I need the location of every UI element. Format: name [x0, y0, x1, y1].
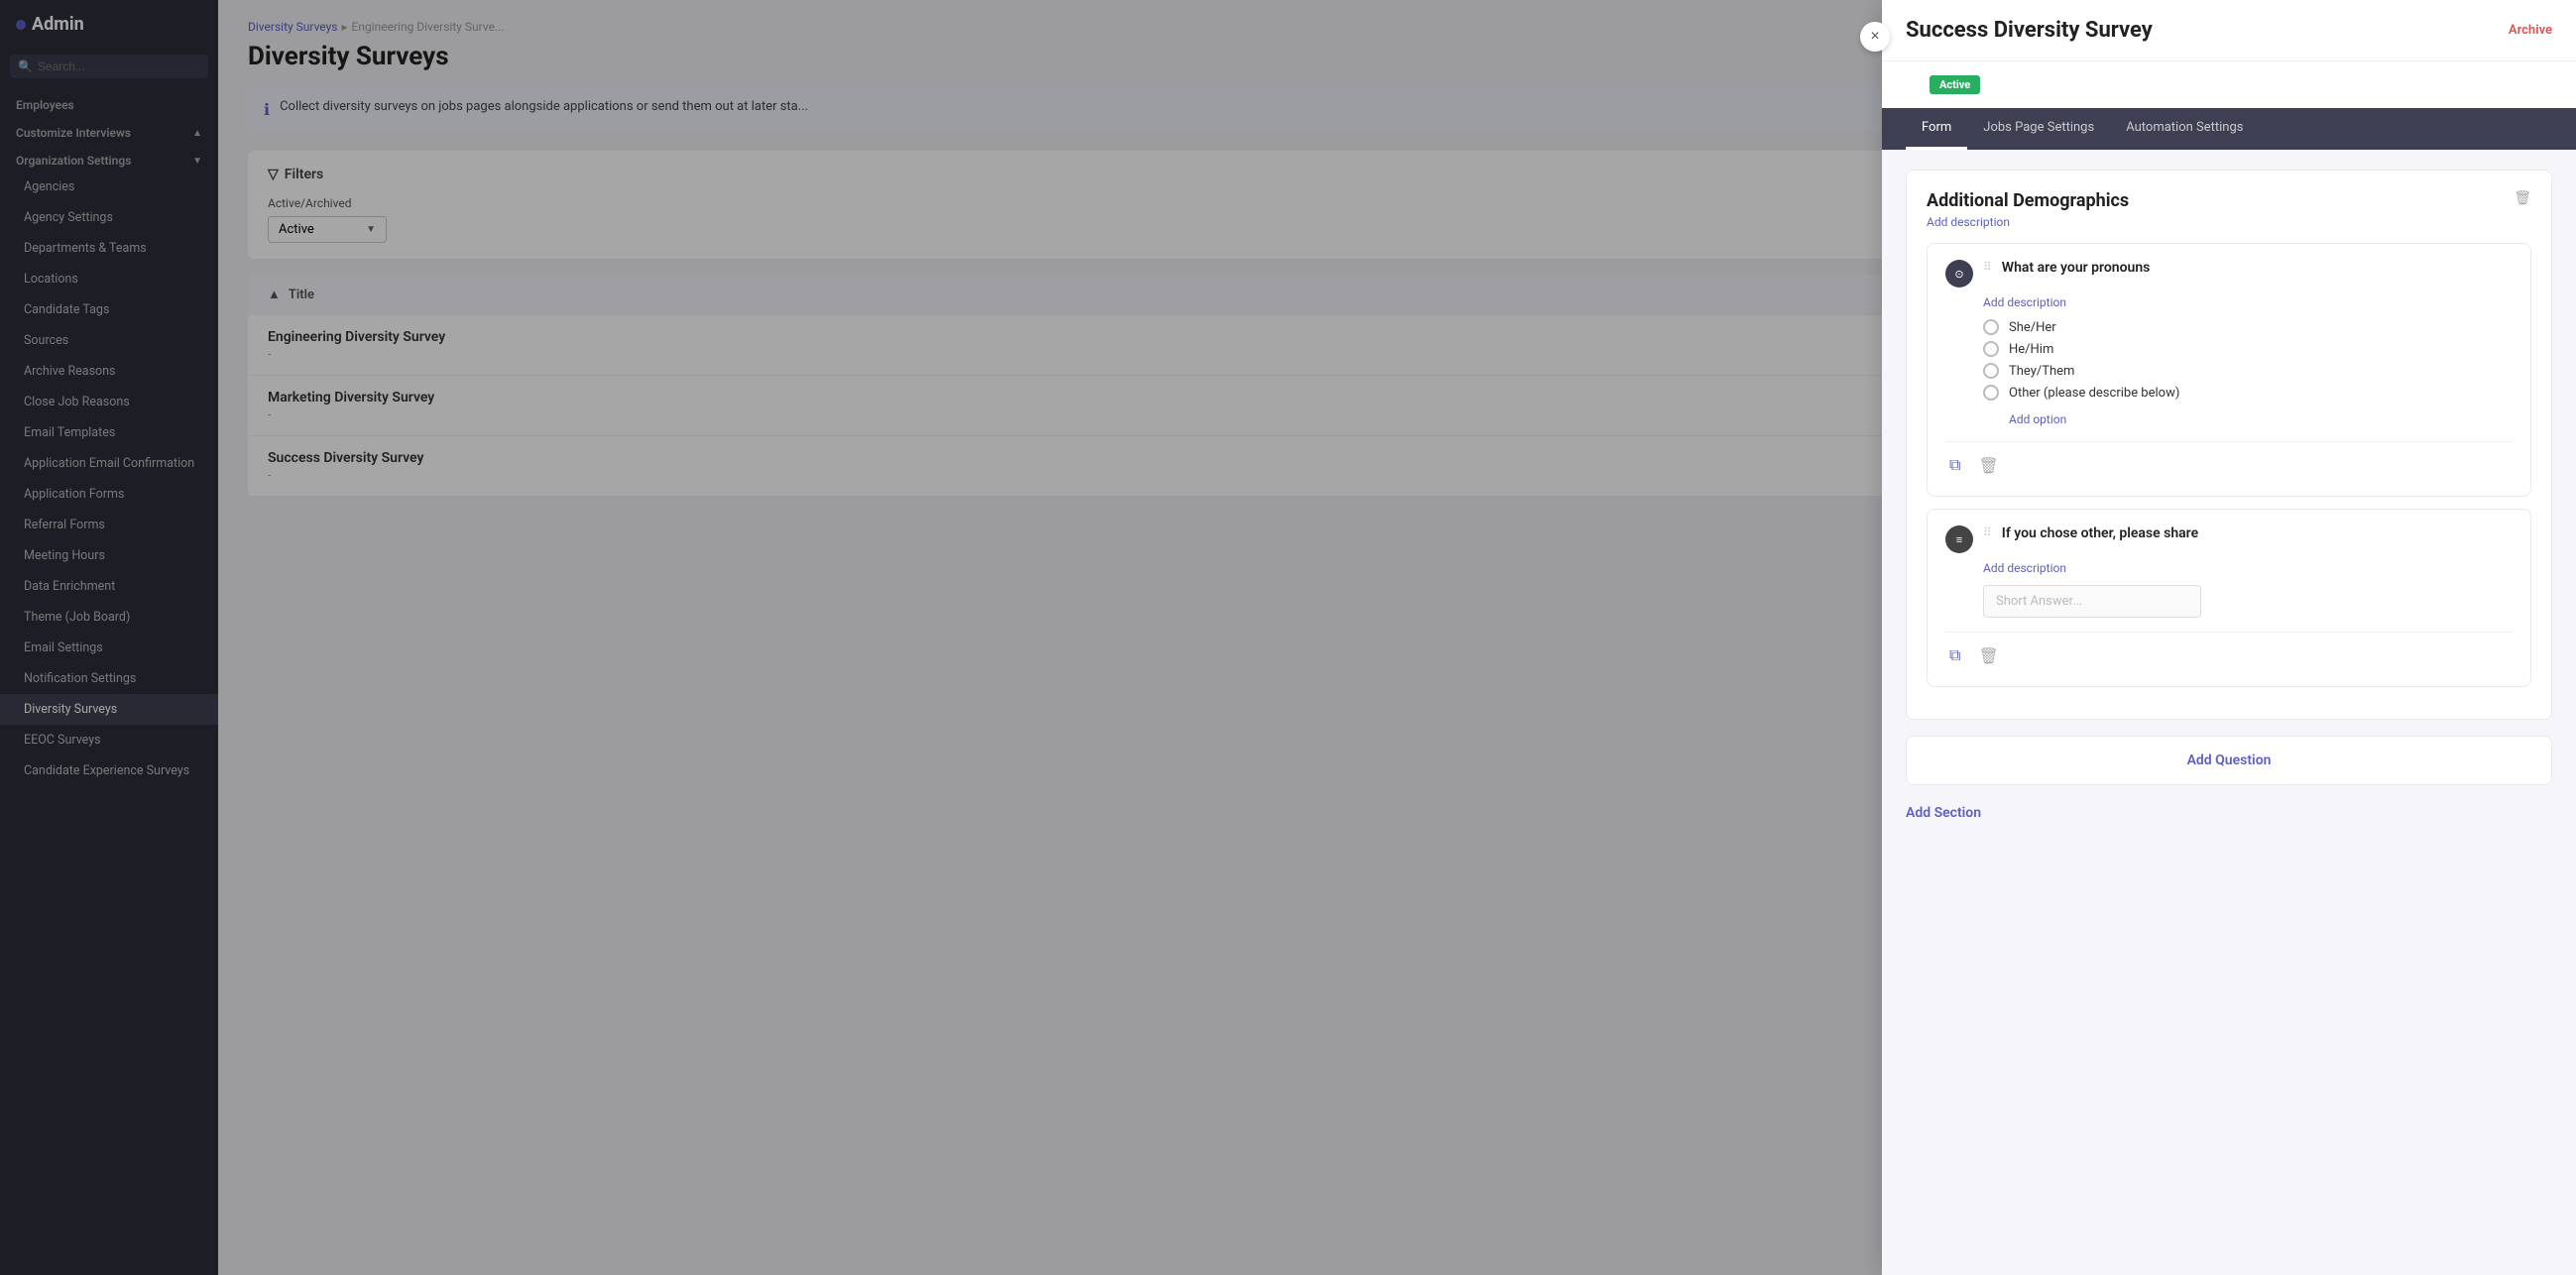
question-actions-1: ⧉ 🗑 [1945, 441, 2513, 480]
drag-handle-icon[interactable]: ⠿ [1983, 260, 1992, 274]
archive-button[interactable]: Archive [2509, 23, 2552, 38]
radio-label: They/Them [2009, 364, 2074, 379]
question-header-1: ⊙ ⠿ What are your pronouns [1945, 260, 2513, 288]
delete-question-button-2[interactable]: 🗑 [1974, 642, 2002, 670]
text-question-icon: ≡ [1945, 525, 1973, 553]
tab-form[interactable]: Form [1906, 108, 1967, 150]
question-title-other: If you chose other, please share [2002, 525, 2513, 541]
modal-tabs: Form Jobs Page Settings Automation Setti… [1882, 108, 2576, 150]
question-title-pronouns: What are your pronouns [2002, 260, 2513, 276]
short-answer-preview: Short Answer... [1983, 585, 2201, 618]
status-badge: Active [1930, 75, 1980, 94]
radio-circle [1983, 363, 1999, 379]
add-question-button[interactable]: Add Question [1906, 736, 2552, 785]
add-section-link[interactable]: Add Section [1906, 797, 2552, 829]
add-question-description-link-2[interactable]: Add description [1983, 561, 2513, 575]
add-question-description-link-1[interactable]: Add description [1983, 295, 2513, 309]
delete-section-button[interactable]: 🗑 [2514, 190, 2531, 206]
modal-header: Success Diversity Survey Archive [1882, 0, 2576, 61]
question-actions-2: ⧉ 🗑 [1945, 632, 2513, 670]
modal-panel: Success Diversity Survey Archive Active … [1882, 0, 2576, 1275]
question-header-2: ≡ ⠿ If you chose other, please share [1945, 525, 2513, 553]
radio-circle [1983, 341, 1999, 357]
radio-label: He/Him [2009, 342, 2053, 357]
question-card-pronouns: ⊙ ⠿ What are your pronouns Add descripti… [1927, 243, 2531, 497]
question-card-other: ≡ ⠿ If you chose other, please share Add… [1927, 509, 2531, 687]
radio-label: Other (please describe below) [2009, 386, 2179, 401]
radio-option-she-her: She/Her [1983, 319, 2513, 335]
radio-label: She/Her [2009, 320, 2056, 335]
drag-handle-icon[interactable]: ⠿ [1983, 525, 1992, 539]
duplicate-question-button-2[interactable]: ⧉ [1945, 643, 1964, 669]
tab-automation-settings[interactable]: Automation Settings [2110, 108, 2259, 150]
radio-option-they-them: They/Them [1983, 363, 2513, 379]
modal-title: Success Diversity Survey [1906, 18, 2153, 43]
section-title: Additional Demographics [1927, 190, 2531, 211]
radio-option-other: Other (please describe below) [1983, 385, 2513, 401]
add-option-link[interactable]: Add option [2009, 412, 2066, 426]
radio-question-icon: ⊙ [1945, 260, 1973, 288]
modal-body: 🗑 Additional Demographics Add descriptio… [1882, 150, 2576, 1275]
radio-circle [1983, 319, 1999, 335]
delete-question-button-1[interactable]: 🗑 [1974, 452, 2002, 480]
modal-close-button[interactable]: × [1860, 22, 1890, 52]
section-card: 🗑 Additional Demographics Add descriptio… [1906, 170, 2552, 720]
radio-circle [1983, 385, 1999, 401]
radio-option-he-him: He/Him [1983, 341, 2513, 357]
tab-jobs-page-settings[interactable]: Jobs Page Settings [1967, 108, 2110, 150]
duplicate-question-button-1[interactable]: ⧉ [1945, 453, 1964, 479]
add-section-description-link[interactable]: Add description [1927, 215, 2010, 229]
